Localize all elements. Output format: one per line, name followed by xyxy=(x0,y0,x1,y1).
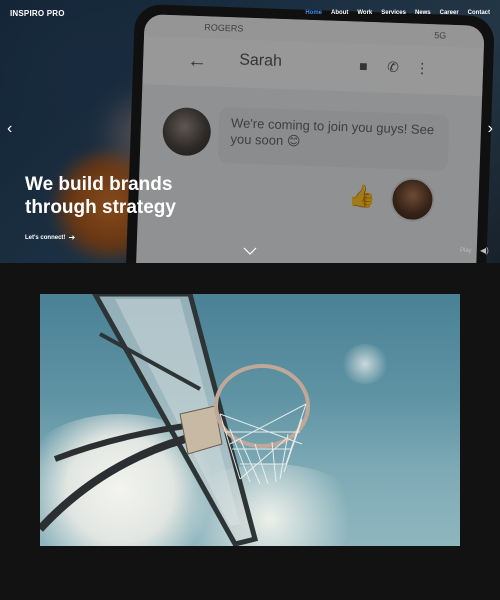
chevron-down-icon[interactable] xyxy=(243,246,257,256)
top-navbar: INSPIRO PRO Home About Work Services New… xyxy=(0,0,500,26)
lets-connect-link[interactable]: Let's connect! ➔ xyxy=(25,233,75,242)
hero-dark-overlay xyxy=(0,0,500,263)
hero-headline-line-1: We build brands xyxy=(25,174,173,195)
nav-item-work[interactable]: Work xyxy=(357,10,372,16)
hero-section: ROGERS 5G ← Sarah ■ ✆ ⋮ We're coming to … xyxy=(0,0,500,263)
nav-item-career[interactable]: Career xyxy=(440,10,459,16)
basketball-hoop-illustration xyxy=(40,294,310,546)
cta-label: Let's connect! xyxy=(25,234,66,241)
nav-item-contact[interactable]: Contact xyxy=(468,10,490,16)
hero-headline-line-2: through strategy xyxy=(25,197,176,218)
nav-item-services[interactable]: Services xyxy=(381,10,406,16)
basketball-hoop-image xyxy=(40,294,460,546)
nav-item-home[interactable]: Home xyxy=(305,10,322,16)
nav-item-news[interactable]: News xyxy=(415,10,431,16)
main-nav: Home About Work Services News Career Con… xyxy=(305,10,490,16)
play-label[interactable]: Play xyxy=(460,248,472,254)
arrow-right-icon: ➔ xyxy=(68,233,76,242)
nav-item-about[interactable]: About xyxy=(331,10,348,16)
speaker-icon[interactable]: ◀) xyxy=(480,246,489,255)
site-logo[interactable]: INSPIRO PRO xyxy=(10,9,65,18)
hero-headline: We build brands through strategy xyxy=(25,173,265,219)
chevron-right-icon[interactable]: › xyxy=(488,120,493,138)
chevron-left-icon[interactable]: ‹ xyxy=(7,120,12,138)
